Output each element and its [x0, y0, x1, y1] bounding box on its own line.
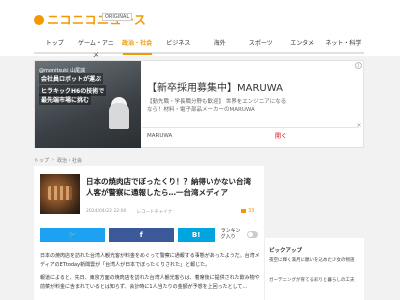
ad-description-2: なら！材料・電子部品メーカーのMARUWA — [147, 107, 255, 113]
ad-title[interactable]: 【新卒採用募集中】MARUWA — [147, 79, 283, 94]
ad-open-button[interactable]: 開く — [275, 131, 287, 140]
news-page: ニコニコニュース ORIGINAL トップ ゲーム・アニメ 政治・社会 ビジネス… — [0, 0, 400, 300]
ad-info-icon[interactable]: i — [355, 62, 362, 69]
breadcrumb: トップ › 政治・社会 — [34, 157, 82, 164]
share-row: 🐦 f B! ランキング入り — [40, 228, 258, 242]
nav-tab-game-anime[interactable]: ゲーム・アニメ — [75, 38, 116, 59]
article-paragraph: 報道によると、先日、東京方面の焼肉店を訪れた台湾人観光客らは、着席後に提供された… — [40, 275, 260, 290]
nav-tab-net-science[interactable]: ネット・科学 — [323, 38, 364, 52]
twitter-share-button[interactable]: 🐦 — [40, 228, 105, 242]
pickup-heading: ピックアップ — [269, 248, 303, 254]
ad-image-headline-3: 最先端市場に挑む — [39, 94, 92, 105]
pickup-sidebar: ピックアップ 夜空に輝く満月に願いを込めた少女の物語 ガーデニングが育てる彩りと… — [264, 238, 364, 300]
ad-description-1: 【勤先職・学長職分野も歓迎】 世界をエンジニアになる — [147, 99, 287, 105]
site-header: ニコニコニュース ORIGINAL トップ ゲーム・アニメ 政治・社会 ビジネス… — [0, 0, 400, 59]
nav-tab-politics-society[interactable]: 政治・社会 — [117, 38, 158, 55]
category-nav: トップ ゲーム・アニメ 政治・社会 ビジネス 海外 スポーツ エンタメ ネット・… — [34, 38, 364, 59]
nav-tab-top[interactable]: トップ — [34, 38, 75, 52]
pickup-item[interactable]: 夜空に輝く満月に願いを込めた少女の物語 — [269, 258, 363, 264]
comment-count-badge[interactable]: 33 — [241, 208, 254, 214]
ad-banner[interactable]: @monitsuki 山尾誠 会社員ロボットが運ぶ ヒラキックH6の技術で 最先… — [34, 60, 364, 148]
nav-tab-entertainment[interactable]: エンタメ — [282, 38, 323, 52]
ad-divider — [142, 127, 359, 128]
article-source[interactable]: レコードチャイナ — [136, 209, 172, 215]
hatena-bookmark-button[interactable]: B! — [177, 228, 215, 242]
article-body: 日本の焼肉店を訪れた台湾人観光客が料金をめぐって警察に通報する事態があったようだ… — [40, 252, 260, 296]
nav-tab-overseas[interactable]: 海外 — [199, 38, 240, 52]
ad-brand: MARUWA — [147, 133, 173, 139]
article-paragraph: 日本の焼肉店を訪れた台湾人観光客が料金をめぐって警察に通報する事態があったようだ… — [40, 253, 260, 268]
comment-icon — [241, 209, 246, 213]
ad-worker-figure — [109, 103, 129, 129]
ad-image[interactable]: @monitsuki 山尾誠 会社員ロボットが運ぶ ヒラキックH6の技術で 最先… — [35, 61, 141, 148]
pickup-item[interactable]: ガーデニングが育てる彩りと暮らしの工夫 — [269, 278, 363, 284]
breadcrumb-separator: › — [52, 157, 55, 163]
logo-icon — [34, 14, 44, 25]
logo-badge: ORIGINAL — [102, 13, 133, 21]
comment-count: 33 — [248, 208, 255, 214]
article-thumbnail[interactable] — [40, 174, 80, 214]
breadcrumb-top[interactable]: トップ — [34, 157, 49, 164]
breadcrumb-category[interactable]: 政治・社会 — [57, 157, 82, 164]
nav-tab-sports[interactable]: スポーツ — [240, 38, 281, 52]
ranking-label: ランキング入り — [220, 228, 241, 240]
ad-image-headline-1: 会社員ロボットが運ぶ — [39, 73, 104, 84]
article-title: 日本の焼肉店でぼったくり！？納得いかない台湾人客が警察に通報したら…一台湾メディ… — [86, 177, 251, 197]
pickup-item-title: 夜空に輝く満月に願いを込めた少女の物語 — [269, 258, 355, 263]
article-card: 日本の焼肉店でぼったくり！？納得いかない台湾人客が警察に通報したら…一台湾メディ… — [34, 166, 264, 300]
article-meta: 2024/04/22 22:00 レコードチャイナ — [86, 209, 172, 215]
nav-tab-business[interactable]: ビジネス — [158, 38, 199, 52]
ad-close-icon[interactable]: × — [355, 122, 363, 130]
article-date: 2024/04/22 22:00 — [86, 209, 127, 214]
facebook-share-button[interactable]: f — [108, 228, 174, 242]
pickup-item-title: ガーデニングが育てる彩りと暮らしの工夫 — [269, 278, 355, 283]
ranking-toggle[interactable] — [246, 231, 258, 238]
